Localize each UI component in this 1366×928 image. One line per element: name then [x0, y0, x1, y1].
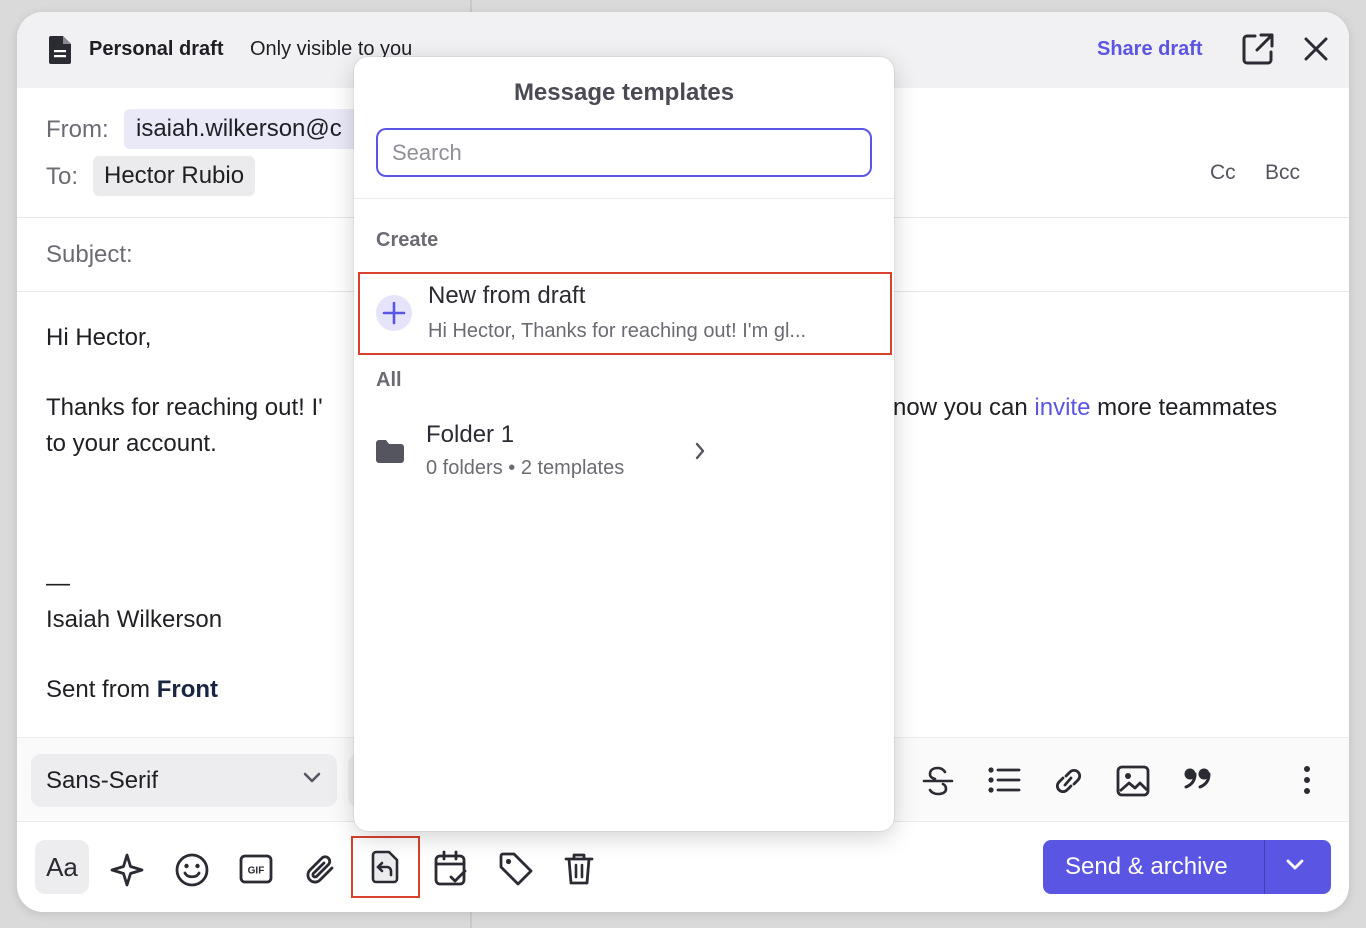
font-family-select[interactable]: Sans-Serif — [31, 754, 337, 807]
to-recipient-chip[interactable]: Hector Rubio — [93, 156, 256, 196]
new-from-draft-preview: Hi Hector, Thanks for reaching out! I'm … — [428, 320, 807, 342]
popover-divider — [354, 198, 894, 199]
front-brand: Front — [156, 676, 219, 703]
new-from-draft-title: New from draft — [428, 282, 586, 309]
sent-from-text: Sent from — [46, 676, 157, 703]
folder-icon — [376, 440, 404, 463]
body-text-fragment: more teammates — [1090, 394, 1278, 421]
share-draft-button[interactable]: Share draft — [1097, 38, 1203, 61]
template-reply-icon — [371, 850, 399, 884]
body-paragraph-line2[interactable]: to your account. — [46, 426, 217, 462]
from-sender-chip[interactable]: isaiah.wilkerson@c — [124, 109, 384, 149]
chevron-down-icon — [303, 772, 321, 783]
to-label: To: — [46, 163, 79, 190]
document-icon — [49, 36, 71, 64]
new-from-draft-item[interactable]: New from draft Hi Hector, Thanks for rea… — [358, 272, 892, 355]
popout-icon[interactable] — [1241, 32, 1275, 66]
plus-icon — [376, 295, 412, 331]
tag-icon[interactable] — [498, 851, 534, 887]
popover-title: Message templates — [513, 79, 735, 106]
emoji-icon[interactable] — [174, 852, 210, 888]
action-toolbar: Aa GIF Send & archive — [17, 822, 1349, 912]
strikethrough-icon[interactable] — [921, 765, 955, 797]
trash-icon[interactable] — [564, 852, 594, 886]
body-paragraph-end[interactable]: now you can invite more teammates — [893, 390, 1277, 426]
sparkle-ai-icon[interactable] — [109, 852, 145, 888]
close-icon[interactable] — [1303, 36, 1329, 62]
all-section-label: All — [376, 369, 402, 391]
body-paragraph-start[interactable]: Thanks for reaching out! I' — [46, 390, 323, 426]
from-label: From: — [46, 116, 109, 143]
cc-button[interactable]: Cc — [1210, 161, 1236, 185]
signature-sent-from: Sent from Front — [46, 672, 218, 708]
image-icon[interactable] — [1116, 765, 1150, 797]
send-archive-button[interactable]: Send & archive — [1043, 840, 1331, 894]
template-search-input[interactable] — [376, 128, 872, 177]
send-archive-label: Send & archive — [1065, 853, 1228, 880]
font-family-value: Sans-Serif — [46, 767, 159, 794]
folder-item[interactable]: Folder 1 0 folders • 2 templates — [354, 409, 894, 489]
bullet-list-icon[interactable] — [987, 765, 1021, 795]
svg-text:GIF: GIF — [248, 866, 265, 877]
subject-label: Subject: — [46, 241, 133, 268]
invite-link[interactable]: invite — [1034, 394, 1090, 421]
folder-name: Folder 1 — [426, 421, 515, 448]
message-templates-popover: Message templates Create New from draft … — [354, 57, 894, 831]
send-button-divider — [1264, 840, 1265, 894]
schedule-calendar-icon[interactable] — [434, 850, 468, 888]
bcc-button[interactable]: Bcc — [1265, 161, 1300, 185]
folder-meta: 0 folders • 2 templates — [426, 457, 625, 479]
create-section-label: Create — [376, 229, 439, 251]
message-templates-button[interactable] — [351, 836, 420, 898]
body-text-fragment: now you can — [893, 394, 1035, 421]
draft-title: Personal draft — [89, 38, 224, 60]
signature-name: Isaiah Wilkerson — [46, 606, 223, 633]
body-greeting[interactable]: Hi Hector, — [46, 320, 151, 356]
link-icon[interactable] — [1051, 765, 1085, 797]
chevron-right-icon — [695, 442, 705, 460]
signature-dash: — — [46, 570, 70, 597]
more-options-icon[interactable] — [1303, 765, 1311, 795]
attachment-icon[interactable] — [304, 852, 338, 888]
quote-icon[interactable] — [1183, 765, 1213, 793]
send-options-chevron-icon[interactable] — [1285, 858, 1305, 872]
gif-icon[interactable]: GIF — [239, 854, 273, 884]
text-format-button[interactable]: Aa — [35, 840, 89, 894]
